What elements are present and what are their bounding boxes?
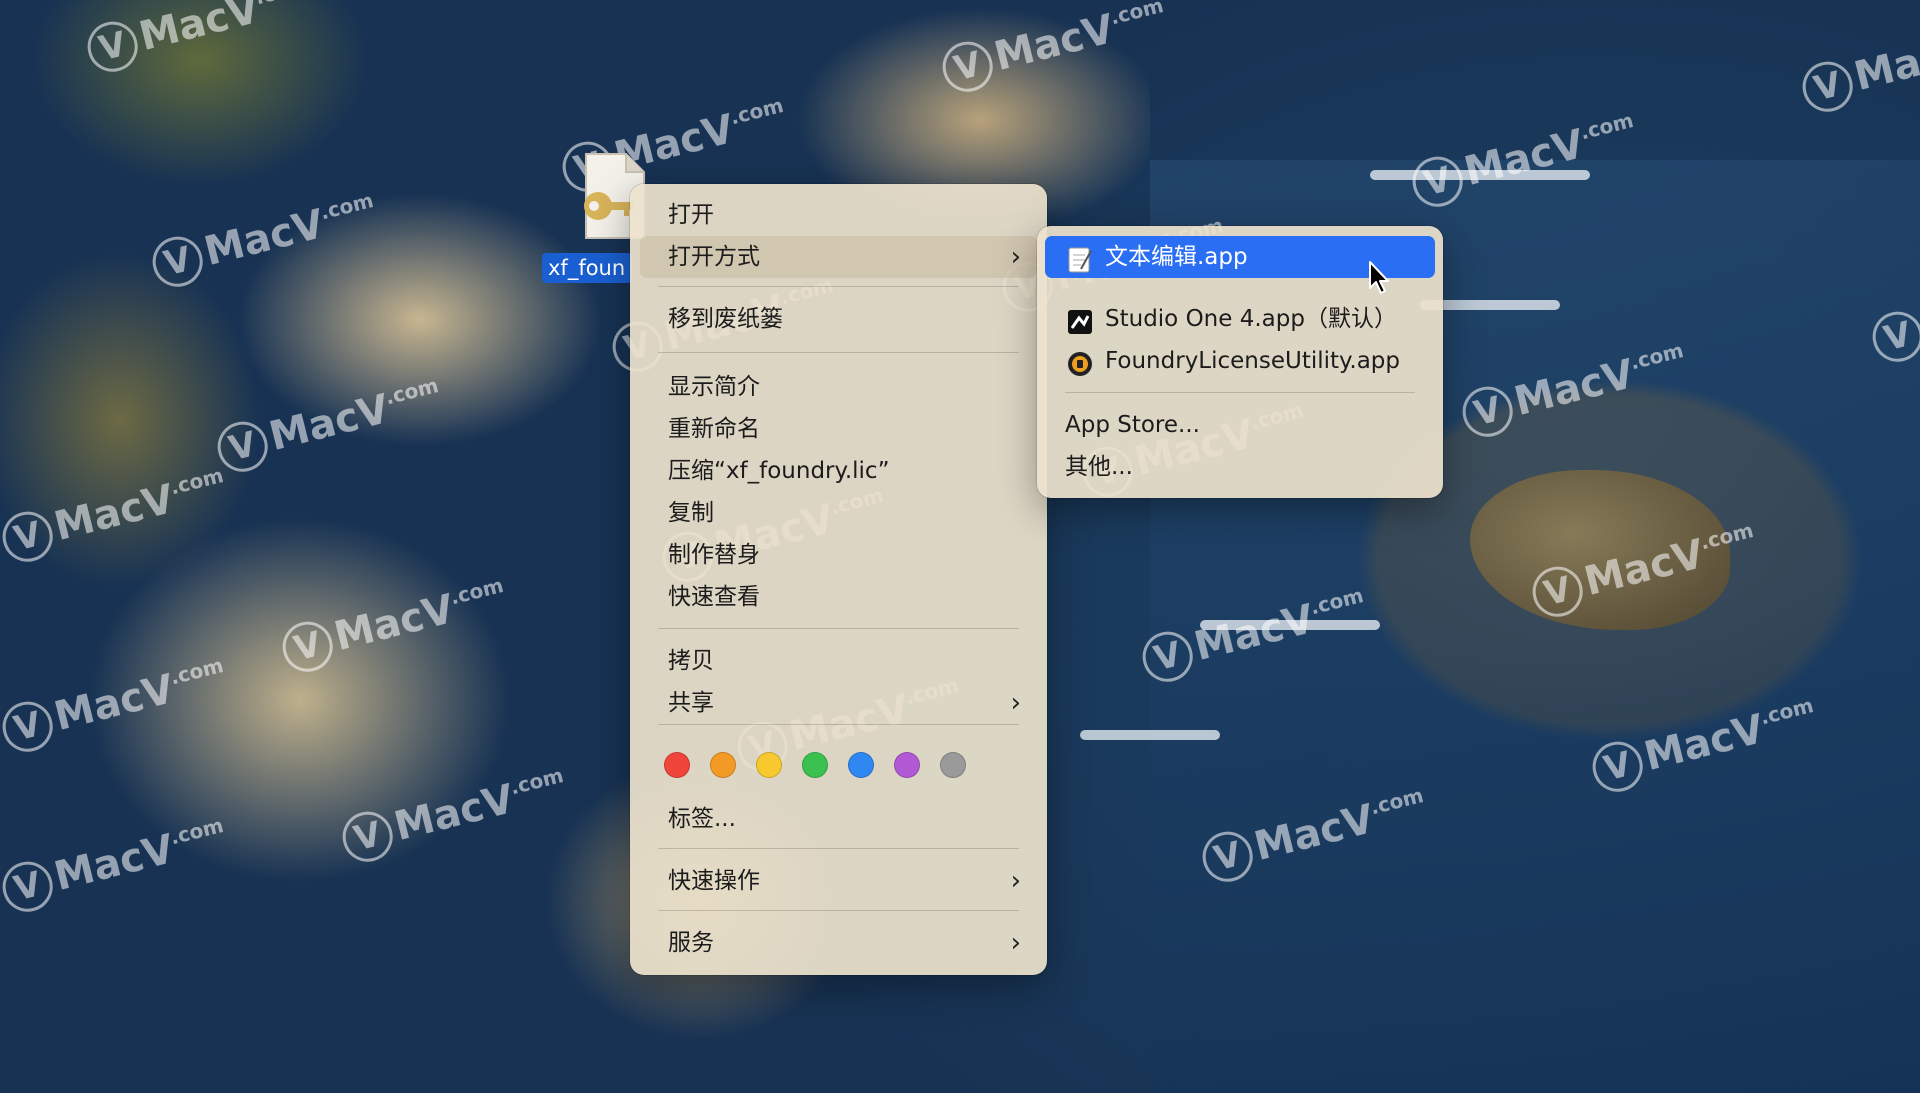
menu-item-label: 打开 xyxy=(668,202,714,228)
tag-gray-dot[interactable] xyxy=(940,752,966,778)
open-with-other[interactable]: 其他... xyxy=(1045,446,1435,488)
chevron-right-icon: › xyxy=(1010,688,1021,718)
menu-item-label: 制作替身 xyxy=(668,542,760,568)
menu-item-make-alias[interactable]: 制作替身 xyxy=(640,534,1037,576)
watermark-logo-icon: V xyxy=(1797,56,1858,118)
file-name-label[interactable]: xf_foun xyxy=(542,253,632,283)
menu-item-duplicate[interactable]: 复制 xyxy=(640,492,1037,534)
foundry-icon xyxy=(1067,349,1093,376)
menu-item-label: 移到废纸篓 xyxy=(668,306,783,332)
wave-surf xyxy=(1080,730,1220,740)
menu-separator xyxy=(658,910,1019,911)
tag-blue-dot[interactable] xyxy=(848,752,874,778)
open-with-app-store[interactable]: App Store... xyxy=(1045,404,1435,446)
menu-item-quick-actions[interactable]: 快速操作 › xyxy=(640,860,1037,902)
menu-item-tags[interactable]: 标签... xyxy=(640,798,1037,840)
wave-surf xyxy=(1370,170,1590,180)
wave-surf xyxy=(1200,620,1380,630)
menu-item-label: 快速查看 xyxy=(668,584,760,610)
studio-one-icon xyxy=(1067,307,1093,334)
menu-item-open[interactable]: 打开 xyxy=(640,194,1037,236)
menu-item-label: 压缩“xf_foundry.lic” xyxy=(668,458,890,484)
tag-purple-dot[interactable] xyxy=(894,752,920,778)
tag-red-dot[interactable] xyxy=(664,752,690,778)
menu-item-rename[interactable]: 重新命名 xyxy=(640,408,1037,450)
open-with-app-label: 文本编辑.app xyxy=(1105,244,1248,270)
watermark-text: MacV xyxy=(1849,26,1920,101)
context-menu: 打开打开方式 › 移到废纸篓显示简介重新命名压缩“xf_foundry.lic” 复制… xyxy=(630,184,1047,975)
tag-orange-dot[interactable] xyxy=(710,752,736,778)
menu-item-compress[interactable]: 压缩“xf_foundry.lic” xyxy=(640,450,1037,492)
open-with-app-item[interactable]: FoundryLicenseUtility.app xyxy=(1045,340,1435,382)
tag-green-dot[interactable] xyxy=(802,752,828,778)
menu-item-label: 快速操作 xyxy=(668,868,760,894)
menu-item-share[interactable]: 共享 › xyxy=(640,682,1037,724)
menu-separator xyxy=(658,724,1019,725)
menu-item-label: 共享 xyxy=(668,690,714,716)
open-with-app-label: Studio One 4.app（默认） xyxy=(1105,306,1397,332)
chevron-right-icon: › xyxy=(1010,928,1021,958)
menu-item-label: 服务 xyxy=(668,930,714,956)
menu-item-open-with[interactable]: 打开方式 › xyxy=(640,236,1037,278)
menu-item-get-info[interactable]: 显示简介 xyxy=(640,366,1037,408)
open-with-app-item[interactable]: Studio One 4.app（默认） xyxy=(1045,298,1435,340)
menu-separator xyxy=(658,628,1019,629)
menu-item-label: 复制 xyxy=(668,500,714,526)
menu-item-services[interactable]: 服务 › xyxy=(640,922,1037,964)
menu-separator xyxy=(658,848,1019,849)
textedit-icon xyxy=(1067,245,1093,273)
open-with-option-label: App Store... xyxy=(1065,412,1200,438)
menu-item-label: 重新命名 xyxy=(668,416,760,442)
watermark: VMacV.com xyxy=(1797,13,1920,118)
menu-item-label: 拷贝 xyxy=(668,648,714,674)
tag-yellow-dot[interactable] xyxy=(756,752,782,778)
chevron-right-icon: › xyxy=(1010,242,1021,272)
mouse-cursor-icon xyxy=(1369,261,1389,294)
menu-separator xyxy=(1065,392,1415,393)
menu-item-label: 打开方式 xyxy=(668,244,760,270)
open-with-app-label: FoundryLicenseUtility.app xyxy=(1105,348,1400,374)
menu-separator xyxy=(658,352,1019,353)
menu-item-label: 显示简介 xyxy=(668,374,760,400)
watermark-com: .com xyxy=(1577,107,1636,145)
open-with-option-label: 其他... xyxy=(1065,454,1133,480)
menu-item-quick-look[interactable]: 快速查看 xyxy=(640,576,1037,618)
menu-separator xyxy=(658,286,1019,287)
menu-item-copy[interactable]: 拷贝 xyxy=(640,640,1037,682)
chevron-right-icon: › xyxy=(1010,866,1021,896)
menu-item-move-to-trash[interactable]: 移到废纸篓 xyxy=(640,298,1037,340)
menu-item-label: 标签... xyxy=(668,806,736,832)
